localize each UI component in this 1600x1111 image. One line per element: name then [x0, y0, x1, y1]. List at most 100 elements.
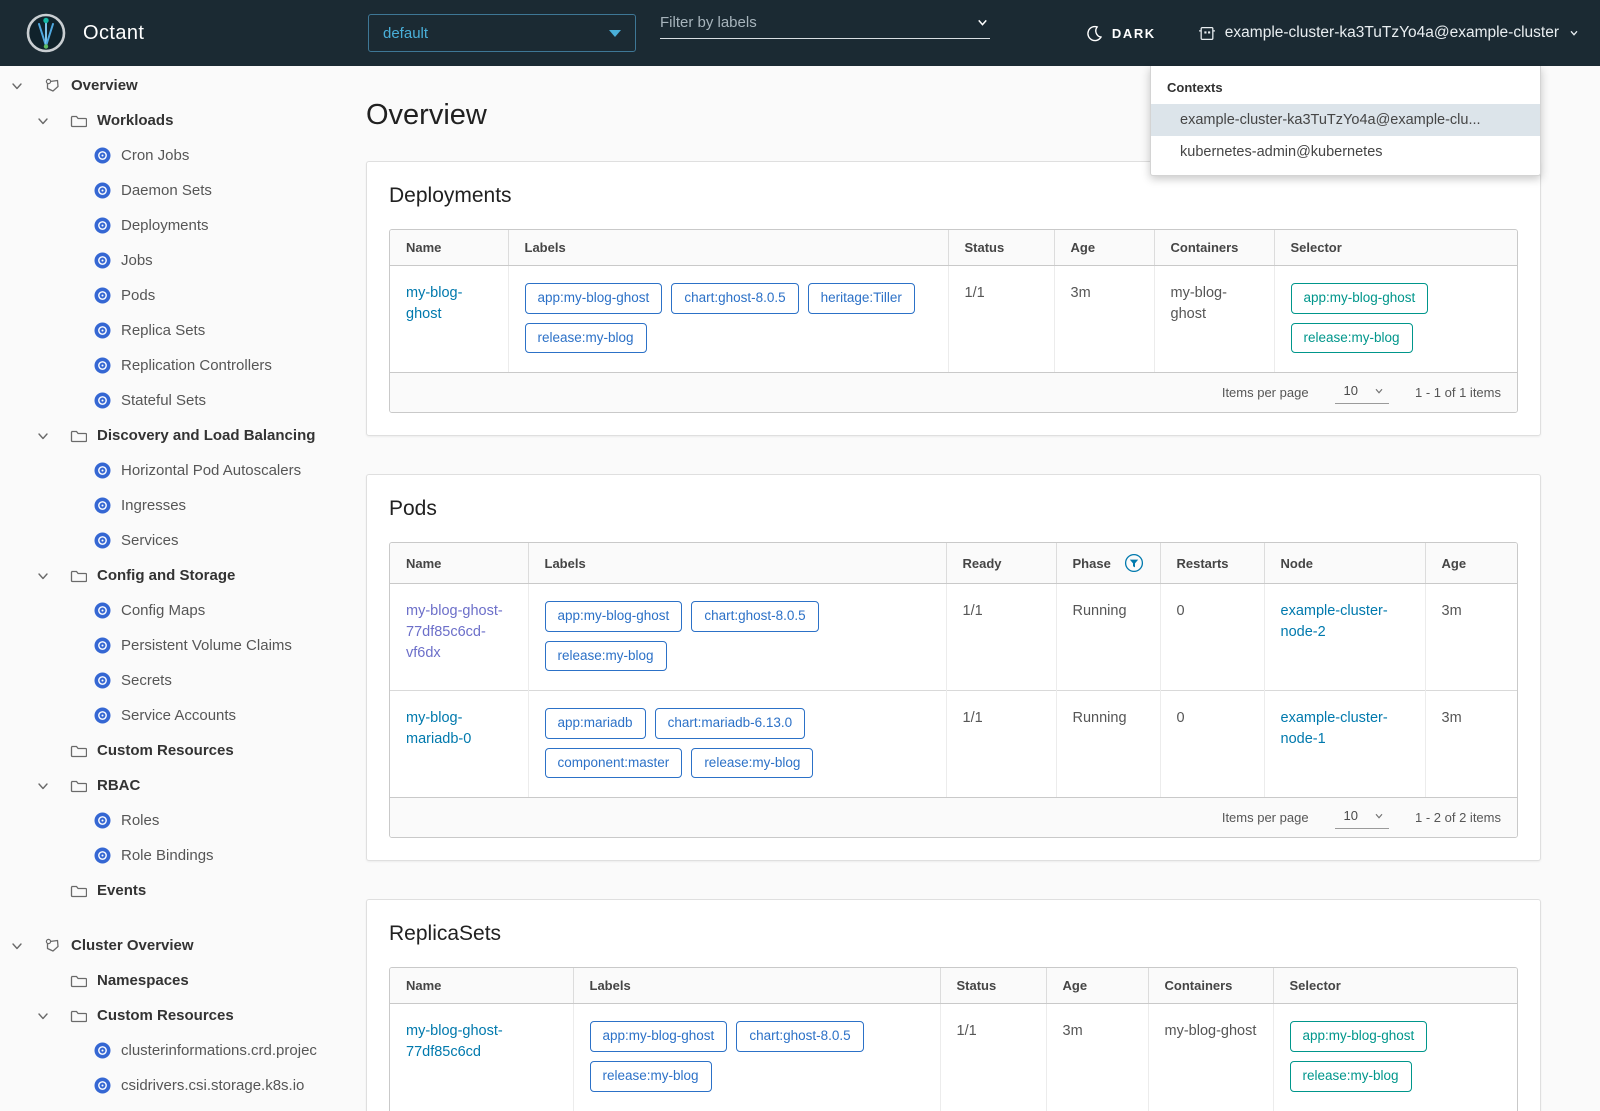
sidebar-item-replica-sets[interactable]: Replica Sets — [0, 313, 340, 348]
label-tag: app:mariadb — [544, 708, 646, 739]
app-logo-area: Octant — [26, 13, 144, 53]
sidebar-item-daemon-sets[interactable]: Daemon Sets — [0, 173, 340, 208]
deployments-table-wrap: Name Labels Status Age Containers Selector my-… — [389, 229, 1518, 414]
sidebar-item-workloads[interactable]: Workloads — [0, 103, 340, 138]
column-header-phase: Phase — [1055, 543, 1160, 585]
sidebar-item-label: Secrets — [121, 672, 172, 689]
chevron-down-icon[interactable] — [36, 429, 70, 443]
sidebar-item-cron-jobs[interactable]: Cron Jobs — [0, 138, 340, 173]
chevron-down-icon[interactable] — [36, 1009, 70, 1023]
cell-text: 1/1 — [956, 1023, 977, 1040]
resource-link[interactable]: my-blog-ghost-77df85c6cd-vf6dx — [406, 601, 512, 664]
page-size-select[interactable]: 10 — [1334, 806, 1390, 830]
label-tag: release:my-blog — [544, 640, 667, 672]
table-cell: my-blog-ghost-77df85c6cd — [390, 1003, 573, 1111]
chevron-down-icon[interactable] — [36, 779, 70, 793]
chevron-down-icon[interactable] — [36, 569, 70, 583]
sidebar-item-deployments[interactable]: Deployments — [0, 208, 340, 243]
chevron-down-icon[interactable] — [10, 79, 44, 93]
sidebar-item-label: Service Accounts — [121, 707, 237, 724]
sidebar-item-service-accounts[interactable]: Service Accounts — [0, 698, 340, 733]
sidebar-item-config-and-storage[interactable]: Config and Storage — [0, 558, 340, 593]
table-row: my-blog-ghost-77df85c6cd app:my-blog-ghos… — [390, 1003, 1517, 1111]
sidebar-item-services[interactable]: Services — [0, 523, 340, 558]
column-header-label: Status — [964, 240, 1005, 255]
sidebar-item-custom-resources[interactable]: Custom Resources — [0, 733, 340, 768]
resource-link[interactable]: my-blog-ghost — [406, 283, 492, 325]
column-header-node: Node — [1263, 543, 1425, 585]
sidebar-item-custom-resources[interactable]: Custom Resources — [0, 998, 340, 1033]
table-row: my-blog-mariadb-0 app:mariadb chart:mariad… — [390, 690, 1517, 798]
resource-link[interactable]: example-cluster-node-2 — [1281, 601, 1409, 643]
filter-funnel-icon[interactable] — [1124, 553, 1144, 573]
table-cell: example-cluster-node-1 — [1263, 690, 1425, 798]
deployments-table: Name Labels Status Age Containers Selector my-… — [390, 230, 1517, 373]
table-cell: Running — [1055, 690, 1160, 798]
cell-text: my-blog-ghost — [1164, 1023, 1257, 1040]
sidebar-item-secrets[interactable]: Secrets — [0, 663, 340, 698]
sidebar-item-clusterinformations-crd-projec[interactable]: clusterinformations.crd.projec — [0, 1033, 340, 1068]
sidebar-item-cluster-overview[interactable]: Cluster Overview — [0, 928, 340, 963]
deployments-icon — [94, 217, 111, 234]
context-selector-button[interactable]: example-cluster-ka3TuTzYo4a@example-clus… — [1198, 24, 1580, 42]
chevron-down-icon[interactable] — [10, 939, 44, 953]
sidebar-item-label: Cron Jobs — [121, 147, 190, 164]
dark-theme-toggle[interactable]: DARK — [1086, 25, 1156, 42]
label-tag: chart:mariadb-6.13.0 — [654, 708, 806, 739]
sidebar-item-csidrivers-csi-storage-k8s-io[interactable]: csidrivers.csi.storage.k8s.io — [0, 1068, 340, 1103]
sidebar-item-discovery-and-load-balancing[interactable]: Discovery and Load Balancing — [0, 418, 340, 453]
label-tag: chart:ghost-8.0.5 — [736, 1021, 864, 1052]
sidebar-item-label: Services — [121, 532, 179, 549]
sidebar-item-jobs[interactable]: Jobs — [0, 243, 340, 278]
namespace-select[interactable]: default — [368, 14, 636, 52]
selector-tags: app:my-blog-ghost release:my-blog — [1290, 283, 1508, 354]
sidebar-item-events[interactable]: Events — [0, 873, 340, 908]
contexts-dropdown-title: Contexts — [1167, 80, 1223, 95]
sidebar-item-stateful-sets[interactable]: Stateful Sets — [0, 383, 340, 418]
column-header-name: Name — [390, 543, 528, 585]
context-option[interactable]: kubernetes-admin@kubernetes — [1151, 136, 1540, 168]
page-size-select[interactable]: 10 — [1334, 381, 1390, 405]
sidebar-item-horizontal-pod-autoscalers[interactable]: Horizontal Pod Autoscalers — [0, 453, 340, 488]
sidebar-item-config-maps[interactable]: Config Maps — [0, 593, 340, 628]
horizontal-pod-autoscalers-icon — [94, 462, 111, 479]
folder-icon — [70, 112, 87, 129]
chevron-down-icon[interactable] — [36, 114, 70, 128]
sidebar-item-role-bindings[interactable]: Role Bindings — [0, 838, 340, 873]
app-title: Octant — [83, 21, 145, 44]
replicasets-table: Name Labels Status Age Containers Selector my-… — [390, 968, 1517, 1111]
cluster-icon — [1198, 25, 1216, 42]
folder-icon — [70, 972, 87, 989]
sidebar-item-pods[interactable]: Pods — [0, 278, 340, 313]
sidebar-item-namespaces[interactable]: Namespaces — [0, 963, 340, 998]
sidebar-item-replication-controllers[interactable]: Replication Controllers — [0, 348, 340, 383]
chevron-down-icon[interactable] — [975, 15, 990, 30]
resource-link[interactable]: example-cluster-node-1 — [1281, 708, 1409, 750]
column-header-label: Node — [1280, 555, 1314, 571]
context-option-selected[interactable]: example-cluster-ka3TuTzYo4a@example-clu.… — [1151, 104, 1540, 136]
label-filter-input[interactable] — [660, 14, 975, 31]
sidebar-item-ingresses[interactable]: Ingresses — [0, 488, 340, 523]
contexts-dropdown: Contexts example-cluster-ka3TuTzYo4a@exa… — [1150, 66, 1541, 176]
column-header-label: Containers — [1164, 978, 1233, 994]
resource-link[interactable]: my-blog-mariadb-0 — [406, 708, 512, 750]
sidebar-item-label: Config Maps — [121, 602, 206, 619]
resource-link[interactable]: my-blog-ghost-77df85c6cd — [406, 1021, 557, 1063]
sidebar-item-rbac[interactable]: RBAC — [0, 768, 340, 803]
table-header-row: Name Labels Status Age Containers Selector — [390, 230, 1517, 266]
role-bindings-icon — [94, 847, 111, 864]
sidebar-item-persistent-volume-claims[interactable]: Persistent Volume Claims — [0, 628, 340, 663]
column-header-containers: Containers — [1147, 968, 1273, 1005]
cell-text: 3m — [1441, 603, 1462, 620]
table-cell: 1/1 — [947, 265, 1054, 373]
items-per-page-label: Items per page — [1221, 385, 1309, 401]
sidebar-item-label: Workloads — [97, 112, 174, 129]
sidebar-item-overview[interactable]: Overview — [0, 68, 340, 103]
cell-text: 1/1 — [964, 285, 985, 301]
sidebar-item-label: Events — [97, 882, 147, 899]
label-tag: chart:ghost-8.0.5 — [671, 283, 799, 314]
table-cell: 0 — [1159, 690, 1264, 798]
table-pagination: Items per page 10 1 - 2 of 2 items — [390, 797, 1517, 838]
section-deployments: Deployments Name Labels Status Age Containers… — [366, 161, 1541, 437]
sidebar-item-roles[interactable]: Roles — [0, 803, 340, 838]
